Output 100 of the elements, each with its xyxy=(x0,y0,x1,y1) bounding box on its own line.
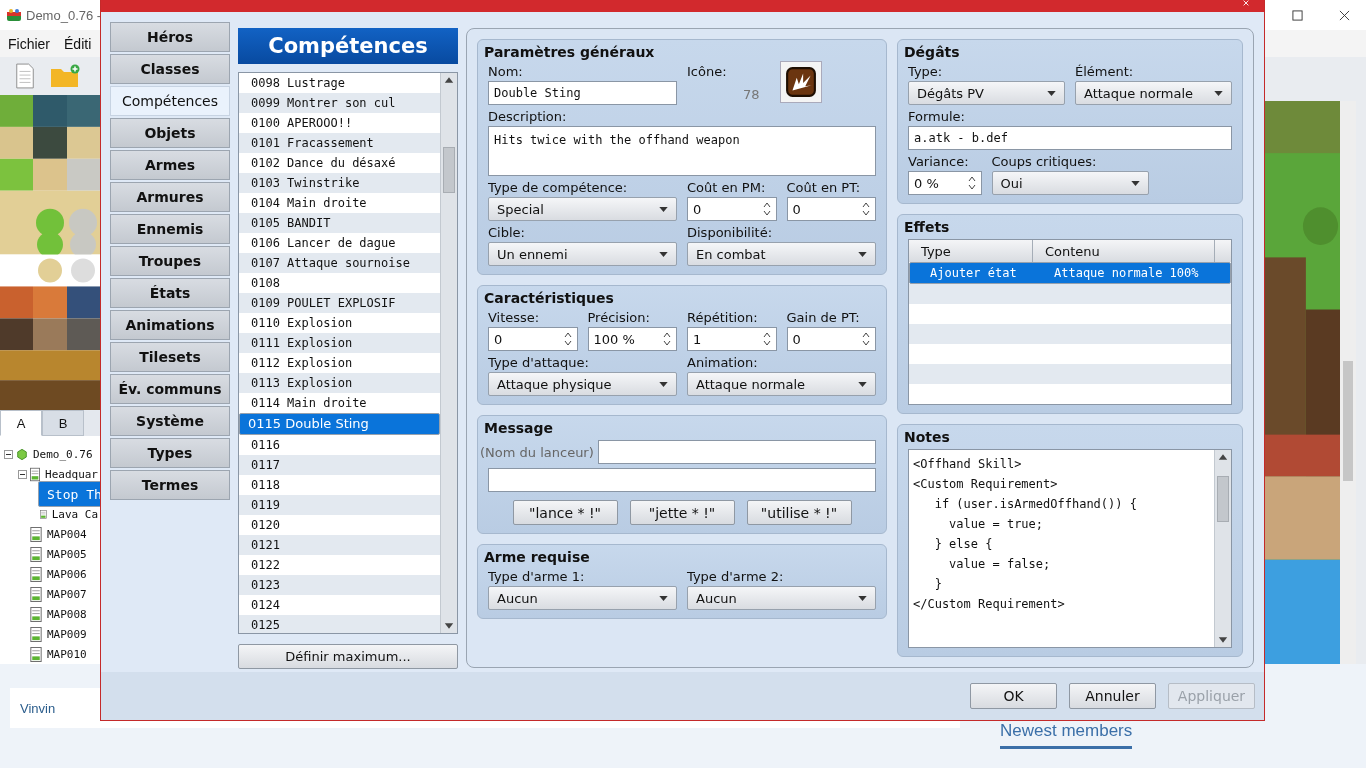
list-item[interactable]: 0103 Twinstrike xyxy=(239,173,440,193)
text-field[interactable] xyxy=(597,440,876,464)
category-tab[interactable]: Ennemis xyxy=(110,214,230,244)
category-tab[interactable]: Compétences xyxy=(110,86,230,116)
palette-tab[interactable]: B xyxy=(42,410,84,436)
author-link[interactable]: Vinvin xyxy=(20,700,56,716)
dropdown[interactable]: Aucun xyxy=(687,586,876,610)
map-tree-item[interactable]: MAP005 xyxy=(45,546,89,562)
map-tree-item[interactable]: MAP007 xyxy=(45,586,89,602)
dropdown[interactable]: Attaque normale xyxy=(1075,81,1232,105)
menu-item[interactable]: Fichier xyxy=(8,35,50,52)
scrollbar-thumb[interactable] xyxy=(1217,476,1229,522)
spinner-icon[interactable] xyxy=(862,202,870,216)
palette-tab[interactable]: A xyxy=(0,410,42,436)
list-item[interactable]: 0107 Attaque sournoise xyxy=(239,253,440,273)
category-tab[interactable]: Tilesets xyxy=(110,342,230,372)
field-label: Description: xyxy=(488,109,568,124)
category-tab[interactable]: Héros xyxy=(110,22,230,52)
message-button[interactable]: "lance * !" xyxy=(512,500,618,525)
spinner-icon[interactable] xyxy=(967,176,976,190)
text-area[interactable]: Hits twice with the offhand weapon xyxy=(488,126,876,176)
map-tree-item[interactable]: MAP008 xyxy=(45,606,89,622)
list-item[interactable]: 0121 xyxy=(239,535,440,555)
spin-field[interactable]: 0 xyxy=(786,197,876,221)
category-tab[interactable]: Classes xyxy=(110,54,230,84)
group-title: Paramètres généraux xyxy=(484,44,656,60)
list-item[interactable]: 0123 xyxy=(239,575,440,595)
collapse-icon[interactable] xyxy=(4,449,13,459)
list-item[interactable]: 0119 xyxy=(239,495,440,515)
dropdown[interactable]: Special xyxy=(488,197,677,221)
menu-item[interactable]: Éditi xyxy=(64,35,92,52)
list-item[interactable]: 0125 xyxy=(239,615,440,633)
dropdown[interactable]: Un ennemi xyxy=(488,242,677,266)
spin-field[interactable]: 1 xyxy=(687,327,777,351)
scrollbar[interactable] xyxy=(1340,101,1356,664)
dropdown[interactable]: Oui xyxy=(991,171,1149,195)
spin-field[interactable]: 0 xyxy=(786,327,876,351)
message-button[interactable]: "utilise * !" xyxy=(746,500,852,525)
maximize-icon[interactable] xyxy=(1292,9,1303,21)
category-tab[interactable]: États xyxy=(110,278,230,308)
dropdown[interactable]: Dégâts PV xyxy=(908,81,1065,105)
scrollbar[interactable] xyxy=(1214,450,1231,647)
category-tab[interactable]: Termes xyxy=(110,470,230,500)
map-tree-item[interactable]: Headquar xyxy=(43,466,100,482)
close-icon[interactable] xyxy=(1339,9,1350,21)
spin-field[interactable]: 0 % xyxy=(908,171,982,195)
scrollbar[interactable] xyxy=(440,73,457,633)
map-tree-item[interactable]: Demo_0.76 xyxy=(31,446,95,462)
list-item[interactable]: 0113 Explosion xyxy=(239,373,440,393)
table-row[interactable]: Ajouter état Attaque normale 100% xyxy=(909,262,1231,284)
category-tab[interactable]: Types xyxy=(110,438,230,468)
dropdown[interactable]: En combat xyxy=(687,242,876,266)
message-button[interactable]: "jette * !" xyxy=(629,500,735,525)
text-field[interactable]: a.atk - b.def xyxy=(908,126,1232,150)
list-header: Compétences xyxy=(238,28,458,64)
dropdown[interactable]: Attaque normale xyxy=(687,372,876,396)
text-field[interactable]: Double Sting xyxy=(488,81,677,105)
code-line: } else { xyxy=(933,536,994,553)
dropdown[interactable]: Attaque physique xyxy=(488,372,677,396)
caret-icon xyxy=(1130,180,1140,186)
spinner-icon[interactable] xyxy=(663,332,671,346)
category-tab[interactable]: Év. communs xyxy=(110,374,230,404)
map-tree-item[interactable]: MAP009 xyxy=(45,626,89,642)
set-maximum-button[interactable]: Définir maximum... xyxy=(238,644,458,669)
field-label: Coût en PM: xyxy=(687,180,767,195)
dialog-button[interactable]: Annuler xyxy=(1069,683,1156,709)
list-item[interactable]: 0111 Explosion xyxy=(239,333,440,353)
spinner-icon[interactable] xyxy=(563,332,572,346)
spin-field[interactable]: 100 % xyxy=(587,327,677,351)
list-item[interactable]: 0117 xyxy=(239,455,440,475)
map-tree-item[interactable]: MAP006 xyxy=(45,566,89,582)
text-field[interactable] xyxy=(488,468,876,492)
folder-add-icon[interactable] xyxy=(50,64,80,88)
category-tab[interactable]: Armes xyxy=(110,150,230,180)
list-item[interactable]: 0101 Fracassement xyxy=(239,133,440,153)
spinner-icon[interactable] xyxy=(762,202,771,216)
map-tree-item[interactable]: MAP010 xyxy=(45,646,89,662)
dialog-button[interactable]: OK xyxy=(970,683,1057,709)
spinner-icon[interactable] xyxy=(862,332,870,346)
spin-field[interactable]: 0 xyxy=(687,197,777,221)
list-item[interactable]: 0105 BANDIT xyxy=(239,213,440,233)
dropdown[interactable]: Aucun xyxy=(488,586,677,610)
scrollbar-thumb[interactable] xyxy=(443,147,455,193)
list-item[interactable]: 0099 Montrer son cul xyxy=(239,93,440,113)
category-tab[interactable]: Objets xyxy=(110,118,230,148)
notes-text-area[interactable]: <Offhand Skill> <Custom Requirement> if (user.isArmedOffhand()) { value = true; } else { value = false; } </Custom Requirement> xyxy=(908,449,1232,648)
code-line: value = true; xyxy=(948,516,1045,533)
spin-field[interactable]: 0 xyxy=(488,327,578,351)
group-title: Effets xyxy=(904,219,951,235)
category-tab[interactable]: Système xyxy=(110,406,230,436)
skill-icon[interactable] xyxy=(779,61,822,103)
list-item[interactable]: 0109 POULET EXPLOSIF xyxy=(239,293,440,313)
spinner-icon[interactable] xyxy=(762,332,771,346)
map-tree-item[interactable]: MAP004 xyxy=(45,526,89,542)
collapse-icon[interactable] xyxy=(18,469,27,479)
category-tab[interactable]: Troupes xyxy=(110,246,230,276)
list-item[interactable]: 0115 Double Sting xyxy=(239,413,440,435)
category-tab[interactable]: Animations xyxy=(110,310,230,340)
map-tree-item[interactable]: Lava Ca xyxy=(49,506,100,522)
category-tab[interactable]: Armures xyxy=(110,182,230,212)
